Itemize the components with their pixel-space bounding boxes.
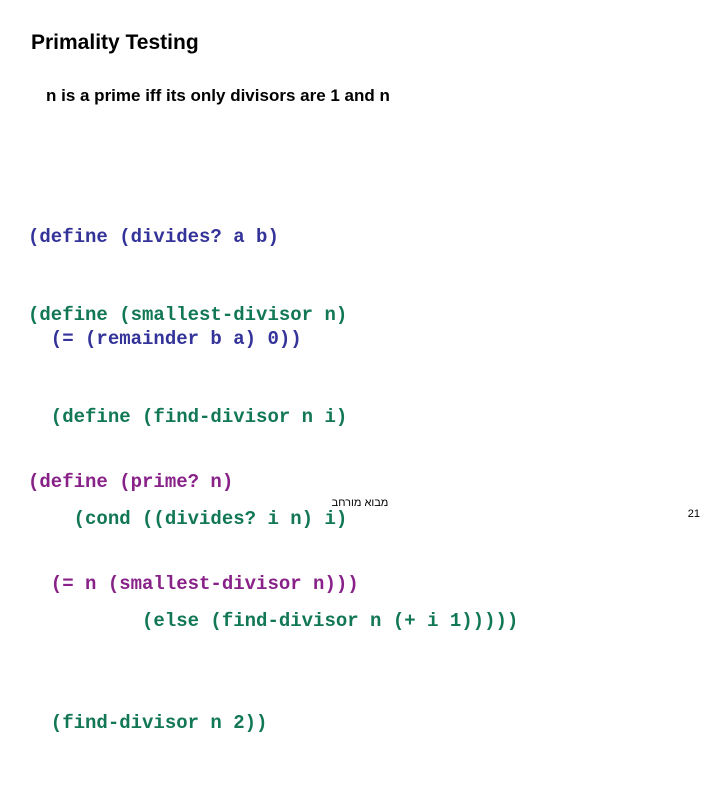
page-number: 21 (687, 508, 700, 520)
slide-canvas: Primality Testing n is a prime iff its o… (0, 0, 720, 734)
code-block-prime: (define (prime? n) (= n (smallest-diviso… (28, 397, 359, 669)
code-line: (define (prime? n) (28, 471, 234, 493)
page-title: Primality Testing (31, 31, 199, 54)
slide-subtitle: n is a prime iff its only divisors are 1… (46, 86, 390, 105)
footer-note: מבוא מורחב (331, 497, 389, 509)
code-line: (find-divisor n 2)) (28, 712, 268, 734)
code-line: (= n (smallest-divisor n))) (28, 573, 359, 595)
code-line: (define (smallest-divisor n) (28, 304, 348, 326)
